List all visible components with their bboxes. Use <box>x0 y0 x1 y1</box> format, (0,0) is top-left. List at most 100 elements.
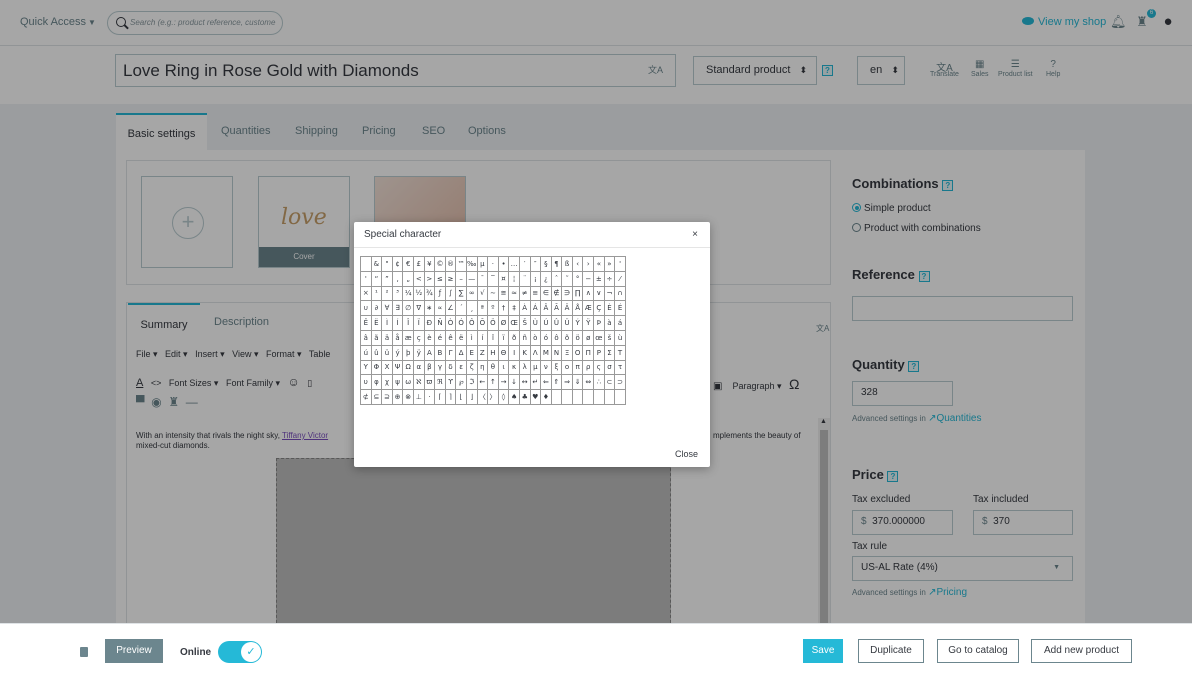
character-cell[interactable]: ζ <box>465 359 478 376</box>
character-cell[interactable]: — <box>465 270 478 287</box>
character-cell[interactable]: ° <box>571 270 584 287</box>
character-cell[interactable]: ⊕ <box>391 389 404 405</box>
character-cell[interactable]: Ë <box>370 315 383 331</box>
character-cell[interactable]: ∫ <box>444 285 457 302</box>
character-cell[interactable]: Æ <box>582 300 595 317</box>
character-cell[interactable]: õ <box>561 329 573 346</box>
character-cell[interactable]: ” <box>381 270 393 287</box>
character-cell[interactable]: ∨ <box>593 285 605 302</box>
character-cell[interactable]: φ <box>370 374 383 391</box>
character-cell[interactable]: È <box>603 300 616 317</box>
character-cell[interactable]: ∑ <box>455 285 467 302</box>
character-cell[interactable]: ü <box>381 344 393 361</box>
character-cell[interactable]: ¼ <box>402 285 414 302</box>
character-cell[interactable]: å <box>391 329 404 346</box>
character-cell[interactable]: ¶ <box>550 256 563 272</box>
character-cell[interactable]: ´ <box>455 300 467 317</box>
character-cell[interactable]: ‾ <box>487 270 499 287</box>
character-cell[interactable]: ú <box>360 344 372 361</box>
character-cell[interactable]: θ <box>487 359 499 376</box>
character-cell[interactable]: ß <box>561 256 573 272</box>
character-cell[interactable]: " <box>381 256 393 272</box>
character-cell[interactable]: Ò <box>444 315 457 331</box>
character-cell[interactable]: ∠ <box>444 300 457 317</box>
character-cell[interactable]: Ù <box>529 315 542 331</box>
character-cell[interactable]: Ø <box>497 315 510 331</box>
character-cell[interactable]: ê <box>444 329 457 346</box>
character-cell[interactable]: ϒ <box>444 374 457 391</box>
character-cell[interactable]: Χ <box>381 359 393 376</box>
character-cell[interactable]: ♦ <box>540 389 552 405</box>
character-cell[interactable]: ³ <box>391 285 404 302</box>
character-cell[interactable]: Ý <box>571 315 584 331</box>
character-cell[interactable]: á <box>614 315 626 331</box>
character-cell[interactable]: ∩ <box>614 285 626 302</box>
character-cell[interactable]: ˜ <box>561 270 573 287</box>
character-cell[interactable]: ℑ <box>465 374 478 391</box>
character-cell[interactable]: Ξ <box>561 344 573 361</box>
character-cell[interactable]: ⌈ <box>434 389 446 405</box>
character-cell[interactable]: γ <box>434 359 446 376</box>
character-cell[interactable]: ª <box>476 300 489 317</box>
character-cell[interactable]: Ρ <box>593 344 605 361</box>
character-cell[interactable]: → <box>497 374 510 391</box>
character-cell[interactable]: ≥ <box>444 270 457 287</box>
character-cell[interactable]: Ï <box>412 315 425 331</box>
character-cell[interactable]: ì <box>465 329 478 346</box>
character-cell[interactable]: ¡ <box>529 270 542 287</box>
character-cell[interactable]: ♣ <box>518 389 531 405</box>
online-toggle[interactable]: ✓ <box>218 641 262 663</box>
character-cell[interactable]: > <box>423 270 436 287</box>
character-cell[interactable]: ö <box>571 329 584 346</box>
character-cell[interactable]: Ö <box>487 315 499 331</box>
character-cell[interactable]: ♠ <box>508 389 520 405</box>
character-cell[interactable]: ñ <box>518 329 531 346</box>
character-cell[interactable]: ‚ <box>391 270 404 287</box>
character-cell[interactable]: ∈ <box>540 285 552 302</box>
character-cell[interactable]: î <box>487 329 499 346</box>
character-cell[interactable]: à <box>603 315 616 331</box>
character-cell[interactable]: Ε <box>465 344 478 361</box>
character-cell[interactable]: ¸ <box>465 300 478 317</box>
character-cell[interactable]: ⊄ <box>360 389 372 405</box>
character-cell[interactable]: ã <box>370 329 383 346</box>
character-cell[interactable]: ± <box>593 270 605 287</box>
character-cell[interactable]: é <box>434 329 446 346</box>
character-cell[interactable]: Α <box>423 344 436 361</box>
character-cell[interactable]: Κ <box>518 344 531 361</box>
character-cell[interactable]: ÷ <box>603 270 616 287</box>
character-cell[interactable]: ý <box>391 344 404 361</box>
character-cell[interactable]: ↵ <box>529 374 542 391</box>
character-cell[interactable]: ℘ <box>455 374 467 391</box>
character-cell[interactable]: Ñ <box>434 315 446 331</box>
character-cell[interactable]: € <box>402 256 414 272</box>
character-cell[interactable]: Ã <box>550 300 563 317</box>
character-cell[interactable]: Ð <box>423 315 436 331</box>
character-cell[interactable]: ≈ <box>508 285 520 302</box>
character-cell[interactable]: ⇒ <box>561 374 573 391</box>
character-cell[interactable]: ¢ <box>391 256 404 272</box>
character-cell[interactable]: π <box>571 359 584 376</box>
add-new-product-button[interactable]: Add new product <box>1031 639 1132 663</box>
character-cell[interactable]: ψ <box>391 374 404 391</box>
character-cell[interactable]: ⌊ <box>455 389 467 405</box>
character-cell[interactable]: ℵ <box>412 374 425 391</box>
character-cell[interactable]: ς <box>593 359 605 376</box>
character-cell[interactable]: £ <box>412 256 425 272</box>
character-cell[interactable]: ' <box>614 256 626 272</box>
character-cell[interactable]: ä <box>381 329 393 346</box>
character-cell[interactable]: – <box>455 270 467 287</box>
character-cell[interactable]: ½ <box>412 285 425 302</box>
character-cell[interactable]: ∅ <box>402 300 414 317</box>
character-cell[interactable]: ð <box>508 329 520 346</box>
character-cell[interactable]: Π <box>582 344 595 361</box>
character-cell[interactable]: Ζ <box>476 344 489 361</box>
character-cell[interactable]: ι <box>497 359 510 376</box>
character-cell[interactable]: ω <box>402 374 414 391</box>
character-cell[interactable]: ∝ <box>434 300 446 317</box>
character-cell[interactable]: Œ <box>508 315 520 331</box>
character-cell[interactable]: ƒ <box>434 285 446 302</box>
character-cell[interactable]: è <box>423 329 436 346</box>
character-cell[interactable]: Ì <box>381 315 393 331</box>
character-cell[interactable]: Μ <box>540 344 552 361</box>
